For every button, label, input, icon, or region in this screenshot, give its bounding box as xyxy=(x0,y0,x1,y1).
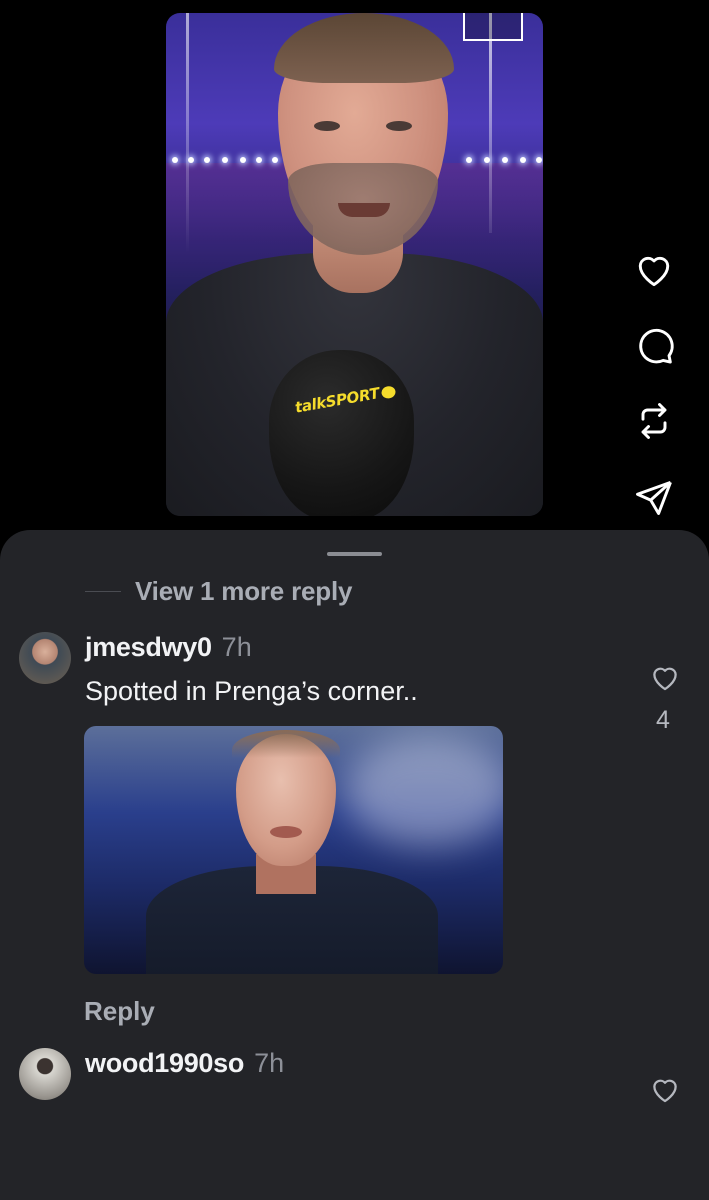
image-background-blur xyxy=(344,736,503,846)
comment-header: wood1990so 7h xyxy=(85,1048,284,1079)
comment-image[interactable] xyxy=(84,726,503,974)
like-button[interactable] xyxy=(630,245,678,293)
heart-outline-icon xyxy=(638,256,670,287)
image-person-hair xyxy=(232,730,340,770)
presenter-hair xyxy=(274,13,454,83)
comment-button[interactable] xyxy=(630,321,678,369)
comment-time: 7h xyxy=(254,1048,285,1078)
light-beam xyxy=(186,13,189,253)
send-icon xyxy=(636,480,672,515)
heart-outline-icon[interactable] xyxy=(648,660,682,694)
repost-button[interactable] xyxy=(630,397,678,445)
comment-header: jmesdwy0 7h xyxy=(85,632,252,663)
comment-username[interactable]: jmesdwy0 xyxy=(85,632,212,663)
like-count: 4 xyxy=(656,706,670,734)
avatar[interactable] xyxy=(19,1048,71,1100)
presenter-mouth xyxy=(338,203,390,217)
comment-bubble-icon xyxy=(639,328,674,364)
thread-line xyxy=(85,591,121,592)
light-beam xyxy=(489,13,492,233)
image-person-mouth xyxy=(270,826,302,838)
avatar[interactable] xyxy=(19,632,71,684)
reply-button[interactable]: Reply xyxy=(84,996,155,1027)
comment: wood1990so 7h xyxy=(0,1048,709,1138)
comment-text: Spotted in Prenga’s corner.. xyxy=(85,676,418,706)
sheet-grabber[interactable] xyxy=(327,552,382,556)
comment: jmesdwy0 7h Spotted in Prenga’s corner..… xyxy=(0,632,709,1026)
view-more-replies-label: View 1 more reply xyxy=(135,576,353,606)
presenter-eye xyxy=(314,121,340,131)
video-player[interactable]: talkSPORT xyxy=(166,13,543,516)
repost-icon xyxy=(641,403,667,439)
broadcast-badge xyxy=(463,13,523,41)
comments-sheet: View 1 more reply jmesdwy0 7h Spotted in… xyxy=(0,530,709,1200)
mic-logo: talkSPORT xyxy=(292,381,398,417)
presenter-eye xyxy=(386,121,412,131)
screen: talkSPORT View 1 more reply jmesdwy0 7h … xyxy=(0,0,709,1200)
comment-time: 7h xyxy=(221,632,252,662)
microphone: talkSPORT xyxy=(269,350,414,516)
comment-username[interactable]: wood1990so xyxy=(85,1048,244,1079)
heart-outline-icon[interactable] xyxy=(648,1072,682,1106)
view-more-replies[interactable]: View 1 more reply xyxy=(85,576,352,607)
share-button[interactable] xyxy=(630,473,678,521)
